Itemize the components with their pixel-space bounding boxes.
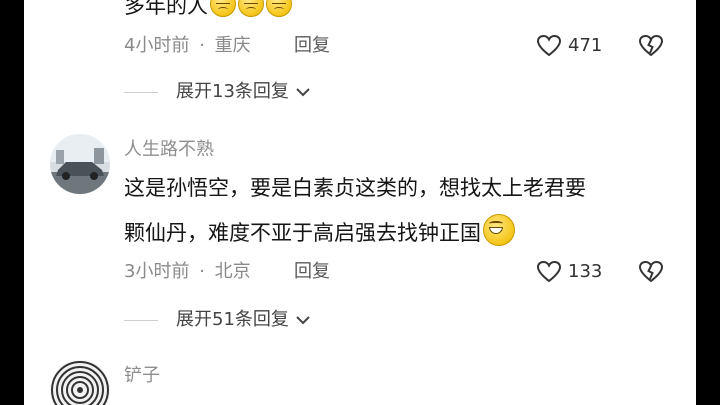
comment-text-line-2-content: 颗仙丹，难度不亚于高启强去找钟正国 xyxy=(124,221,481,245)
expand-replies-label: 展开51条回复 xyxy=(176,309,289,330)
comment-list: 多年的人 4小时前 · 重庆 回复 471 展开13条回复 人生路不熟 这是孙悟… xyxy=(24,0,696,405)
dislike-button[interactable] xyxy=(638,34,664,62)
heart-outline-icon xyxy=(536,260,562,283)
expand-replies-button[interactable]: 展开13条回复 xyxy=(124,80,311,104)
meta-separator: · xyxy=(199,261,205,282)
heart-outline-icon xyxy=(536,34,562,57)
comment-location: 重庆 xyxy=(214,35,251,56)
divider-line xyxy=(124,319,158,321)
like-button[interactable]: 133 xyxy=(536,260,602,284)
avatar-spiral-image xyxy=(50,360,110,405)
divider-line xyxy=(124,91,158,93)
reply-button[interactable]: 回复 xyxy=(294,34,330,58)
broken-heart-icon xyxy=(638,34,664,57)
broken-heart-icon xyxy=(638,260,664,283)
comment-meta: 4小时前 · 重庆 xyxy=(124,34,251,58)
chevron-down-icon xyxy=(296,316,310,325)
username[interactable]: 铲子 xyxy=(124,364,160,388)
comment-text-line-2: 颗仙丹，难度不亚于高启强去找钟正国 xyxy=(124,214,515,249)
reply-button[interactable]: 回复 xyxy=(294,260,330,284)
disappointed-emoji-icon xyxy=(238,0,264,17)
disappointed-emoji-icon xyxy=(266,0,292,17)
chevron-down-icon xyxy=(296,88,310,97)
comment-text: 多年的人 xyxy=(124,0,292,22)
comment-text-tail: 多年的人 xyxy=(124,0,208,18)
avatar-car-photo xyxy=(50,134,110,194)
disappointed-emoji-icon xyxy=(210,0,236,17)
expand-replies-label: 展开13条回复 xyxy=(176,81,289,102)
like-count: 471 xyxy=(568,35,603,56)
comment-time: 4小时前 xyxy=(124,35,190,56)
avatar[interactable] xyxy=(50,360,110,405)
meta-separator: · xyxy=(199,35,205,56)
comment-text-line-1: 这是孙悟空，要是白素贞这类的，想找太上老君要 xyxy=(124,176,586,200)
avatar[interactable] xyxy=(50,134,110,194)
comment-meta: 3小时前 · 北京 xyxy=(124,260,251,284)
like-button[interactable]: 471 xyxy=(536,34,602,58)
like-count: 133 xyxy=(568,261,603,282)
comment-location: 北京 xyxy=(214,261,251,282)
dislike-button[interactable] xyxy=(638,260,664,288)
username[interactable]: 人生路不熟 xyxy=(124,138,214,162)
comment-time: 3小时前 xyxy=(124,261,190,282)
expand-replies-button[interactable]: 展开51条回复 xyxy=(124,308,311,332)
grinning-emoji-icon xyxy=(483,214,515,246)
